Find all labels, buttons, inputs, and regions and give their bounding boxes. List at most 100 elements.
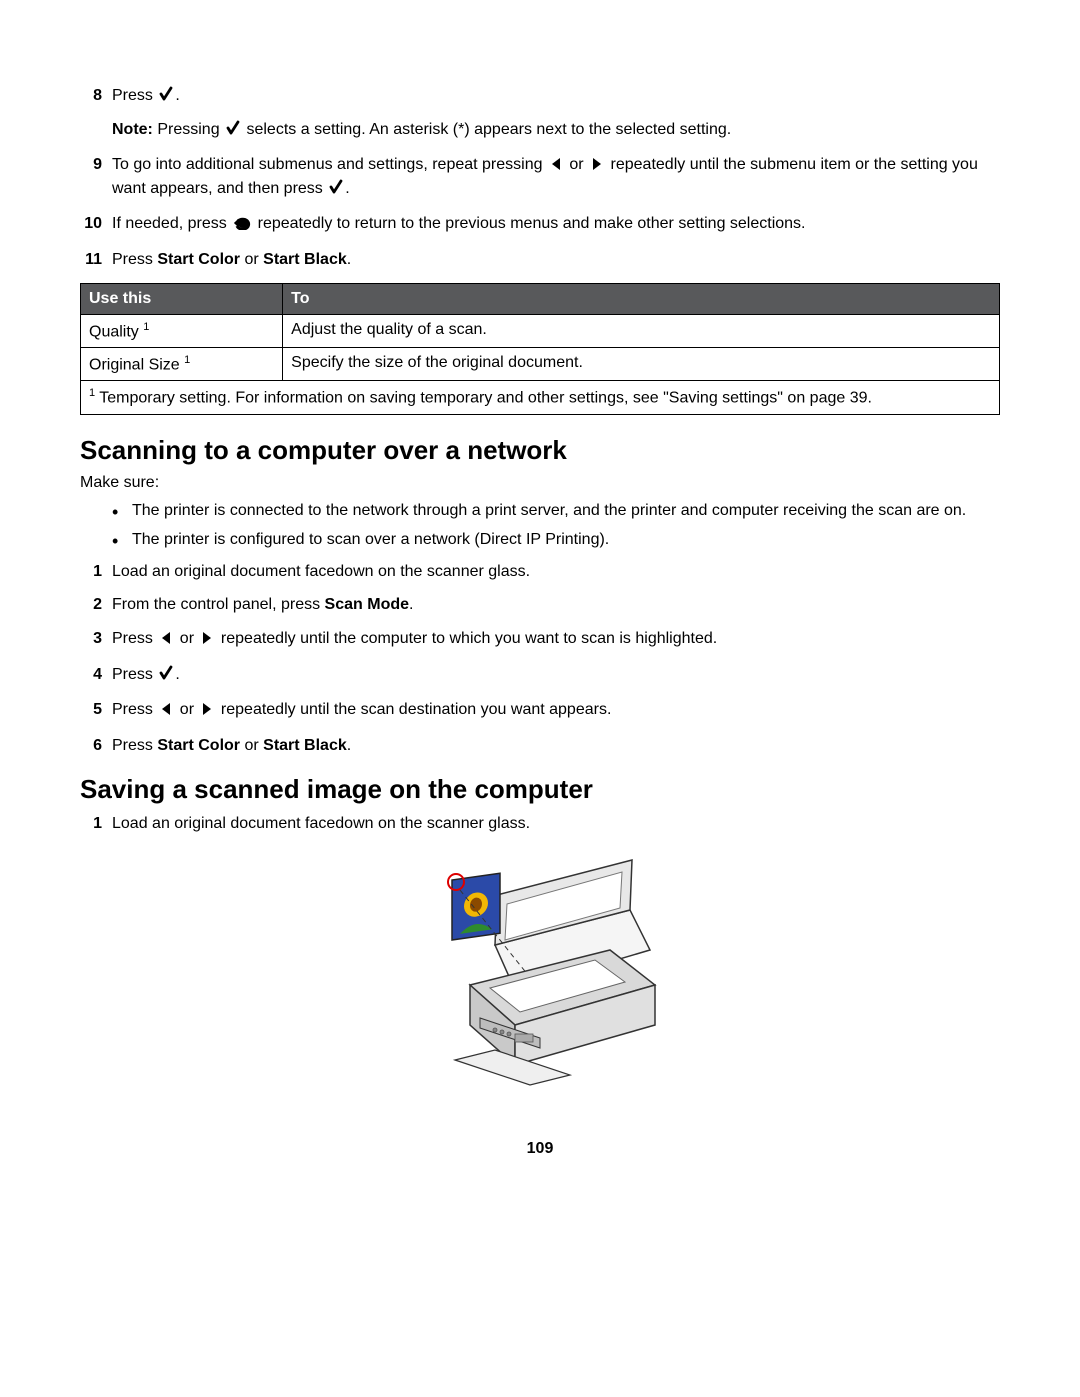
table-header-use: Use this: [81, 283, 283, 314]
step-number: 9: [80, 154, 102, 176]
step-number: 1: [80, 813, 102, 835]
step-4: 4 Press .: [80, 664, 1000, 688]
text: If needed, press: [112, 215, 231, 232]
step-body: Load an original document facedown on th…: [112, 561, 1000, 583]
step-body: Press or repeatedly until the scan desti…: [112, 699, 1000, 723]
text: .: [345, 180, 349, 197]
step-number: 3: [80, 628, 102, 650]
text: repeatedly until the scan destination yo…: [216, 701, 611, 718]
bullet: The printer is configured to scan over a…: [112, 529, 1000, 551]
step-10: 10 If needed, press repeatedly to return…: [80, 213, 1000, 237]
text: or: [240, 251, 263, 268]
text: repeatedly to return to the previous men…: [253, 215, 805, 232]
step-number: 11: [80, 249, 102, 271]
check-icon: [226, 120, 240, 143]
text: Quality: [89, 323, 143, 340]
text: or: [240, 737, 263, 754]
table-row: Quality 1 Adjust the quality of a scan.: [81, 314, 1000, 347]
text: .: [347, 737, 351, 754]
cell-to: Specify the size of the original documen…: [283, 347, 1000, 380]
text: Press: [112, 666, 157, 683]
note: Note: Pressing selects a setting. An ast…: [112, 119, 1000, 143]
step-number: 8: [80, 85, 102, 107]
intro-text: Make sure:: [80, 474, 1000, 492]
text-bold: Start Black: [263, 737, 347, 754]
table-header-to: To: [283, 283, 1000, 314]
text-bold: Start Black: [263, 251, 347, 268]
step-body: If needed, press repeatedly to return to…: [112, 213, 1000, 237]
page-number: 109: [80, 1140, 1000, 1158]
step-body: From the control panel, press Scan Mode.: [112, 594, 1000, 616]
scanner-illustration: [80, 850, 1000, 1115]
table-footnote-row: 1 Temporary setting. For information on …: [81, 381, 1000, 414]
check-icon: [159, 665, 173, 688]
section-title-scan-network: Scanning to a computer over a network: [80, 435, 1000, 466]
document-page: 8 Press . Note: Pressing selects a setti…: [0, 0, 1080, 1198]
check-icon: [329, 179, 343, 202]
check-icon: [159, 86, 173, 109]
superscript: 1: [143, 321, 149, 333]
step-11: 11 Press Start Color or Start Black.: [80, 249, 1000, 271]
text: selects a setting. An asterisk (*) appea…: [242, 121, 731, 138]
left-arrow-icon: [549, 156, 563, 178]
step-number: 5: [80, 699, 102, 721]
text: or: [175, 630, 198, 647]
prereq-bullets: The printer is connected to the network …: [112, 500, 1000, 551]
steps-continuation: 8 Press . Note: Pressing selects a setti…: [80, 85, 1000, 271]
right-arrow-icon: [200, 701, 214, 723]
step-number: 2: [80, 594, 102, 616]
step-number: 10: [80, 213, 102, 235]
superscript: 1: [184, 354, 190, 366]
text: repeatedly until the computer to which y…: [216, 630, 717, 647]
text: .: [409, 596, 413, 613]
step-number: 4: [80, 664, 102, 686]
step-5: 5 Press or repeatedly until the scan des…: [80, 699, 1000, 723]
bullet: The printer is connected to the network …: [112, 500, 1000, 522]
step-9: 9 To go into additional submenus and set…: [80, 154, 1000, 201]
footnote-cell: 1 Temporary setting. For information on …: [81, 381, 1000, 414]
note-label: Note:: [112, 121, 153, 138]
step-6: 6 Press Start Color or Start Black.: [80, 735, 1000, 757]
step-body: Load an original document facedown on th…: [112, 813, 1000, 835]
left-arrow-icon: [159, 701, 173, 723]
text: .: [347, 251, 351, 268]
back-icon: [233, 214, 251, 237]
text-bold: Scan Mode: [325, 596, 409, 613]
text: .: [175, 87, 179, 104]
text: Temporary setting. For information on sa…: [95, 390, 872, 407]
section-title-save-image: Saving a scanned image on the computer: [80, 774, 1000, 805]
scanner-svg: [400, 850, 680, 1110]
table-row: Original Size 1 Specify the size of the …: [81, 347, 1000, 380]
right-arrow-icon: [200, 630, 214, 652]
step-body: Press . Note: Pressing selects a setting…: [112, 85, 1000, 142]
text: Pressing: [153, 121, 224, 138]
step-body: Press or repeatedly until the computer t…: [112, 628, 1000, 652]
step-1: 1 Load an original document facedown on …: [80, 813, 1000, 835]
step-body: To go into additional submenus and setti…: [112, 154, 1000, 201]
text: Press: [112, 737, 157, 754]
steps-scan-network: 1 Load an original document facedown on …: [80, 561, 1000, 757]
step-body: Press Start Color or Start Black.: [112, 249, 1000, 271]
step-8: 8 Press . Note: Pressing selects a setti…: [80, 85, 1000, 142]
text: Original Size: [89, 356, 184, 373]
text: Press: [112, 701, 157, 718]
text: or: [565, 156, 588, 173]
cell-use: Original Size 1: [81, 347, 283, 380]
step-number: 1: [80, 561, 102, 583]
cell-to: Adjust the quality of a scan.: [283, 314, 1000, 347]
steps-save-image: 1 Load an original document facedown on …: [80, 813, 1000, 835]
cell-use: Quality 1: [81, 314, 283, 347]
step-3: 3 Press or repeatedly until the computer…: [80, 628, 1000, 652]
text: To go into additional submenus and setti…: [112, 156, 547, 173]
text-bold: Start Color: [157, 737, 240, 754]
left-arrow-icon: [159, 630, 173, 652]
step-number: 6: [80, 735, 102, 757]
step-body: Press Start Color or Start Black.: [112, 735, 1000, 757]
text: .: [175, 666, 179, 683]
settings-table: Use this To Quality 1 Adjust the quality…: [80, 283, 1000, 415]
step-body: Press .: [112, 664, 1000, 688]
step-2: 2 From the control panel, press Scan Mod…: [80, 594, 1000, 616]
text: or: [175, 701, 198, 718]
text-bold: Start Color: [157, 251, 240, 268]
step-1: 1 Load an original document facedown on …: [80, 561, 1000, 583]
